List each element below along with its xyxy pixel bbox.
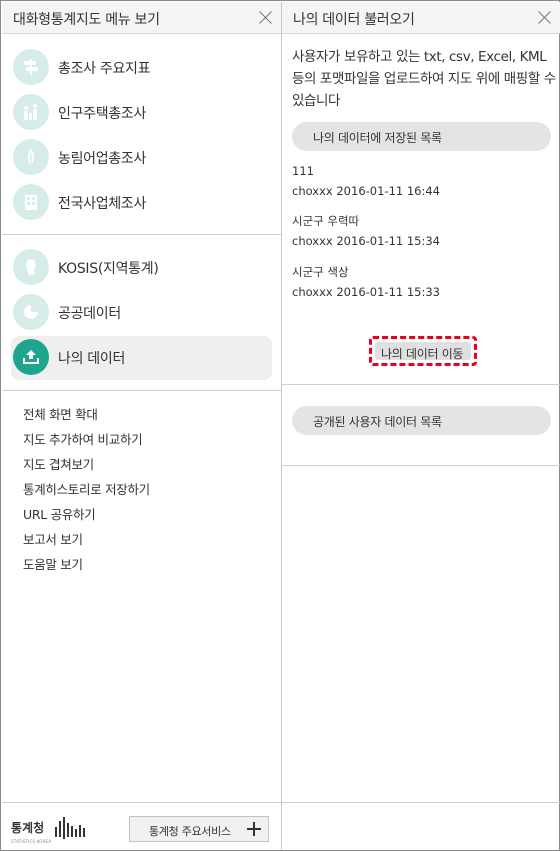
- link-overlay-map[interactable]: 지도 겹쳐보기: [23, 454, 150, 479]
- app-frame: 대화형통계지도 메뉴 보기 총조사 주요지표 인구주택총조사 농림어업총조사 전…: [0, 0, 560, 851]
- saved-data-meta: choxxx 2016-01-11 15:34: [292, 234, 440, 248]
- footer-divider: [282, 802, 560, 803]
- left-footer: 통계청 STATISTICS KOREA 통계청 주요서비스: [2, 802, 281, 850]
- saved-data-list-header[interactable]: 나의 데이터에 저장된 목록: [292, 122, 551, 151]
- move-button-label: 나의 데이터 이동: [381, 347, 464, 361]
- service-button-label: 통계청 주요서비스: [149, 825, 231, 838]
- link-save-history[interactable]: 통계히스토리로 저장하기: [23, 479, 150, 504]
- upload-description: 사용자가 보유하고 있는 txt, csv, Excel, KML 등의 포맷파…: [292, 49, 556, 109]
- section-divider: [282, 384, 560, 385]
- menu-label: 나의 데이터: [58, 351, 126, 367]
- plus-icon: [247, 822, 261, 836]
- link-share-url[interactable]: URL 공유하기: [23, 504, 150, 529]
- building-icon: [13, 184, 49, 220]
- agriculture-icon: [13, 139, 49, 175]
- menu-label: 농림어업총조사: [58, 151, 147, 167]
- my-data-panel: 나의 데이터 불러오기 사용자가 보유하고 있는 txt, csv, Excel…: [282, 2, 560, 850]
- map-menu-panel: 대화형통계지도 메뉴 보기 총조사 주요지표 인구주택총조사 농림어업총조사 전…: [2, 2, 282, 850]
- move-my-data-button[interactable]: 나의 데이터 이동: [369, 336, 477, 366]
- menu-label: 총조사 주요지표: [58, 61, 151, 77]
- tool-link-list: 전체 화면 확대 지도 추가하여 비교하기 지도 겹쳐보기 통계히스토리로 저장…: [23, 404, 150, 579]
- saved-data-item[interactable]: 시군구 색상 choxxx 2016-01-11 15:33: [292, 262, 440, 302]
- public-list-label: 공개된 사용자 데이터 목록: [313, 415, 442, 429]
- left-panel-header: 대화형통계지도 메뉴 보기: [2, 2, 281, 34]
- menu-label: 인구주택총조사: [58, 106, 147, 122]
- menu-item-my-data[interactable]: 나의 데이터: [11, 336, 272, 380]
- saved-data-item[interactable]: 111 choxxx 2016-01-11 16:44: [292, 161, 440, 201]
- right-panel-header: 나의 데이터 불러오기: [282, 2, 560, 34]
- people-icon: [13, 94, 49, 130]
- link-compare-map[interactable]: 지도 추가하여 비교하기: [23, 429, 150, 454]
- menu-divider: [2, 234, 281, 235]
- public-data-list-header[interactable]: 공개된 사용자 데이터 목록: [292, 406, 551, 435]
- saved-list-label: 나의 데이터에 저장된 목록: [313, 131, 442, 145]
- menu-item-agriculture-census[interactable]: 농림어업총조사: [11, 136, 272, 180]
- main-services-button[interactable]: 통계청 주요서비스: [129, 816, 269, 842]
- saved-data-name: 시군구 우력따: [292, 214, 360, 228]
- section-divider: [282, 465, 560, 466]
- menu-label: 공공데이터: [58, 306, 121, 322]
- pie-chart-icon: [13, 294, 49, 330]
- right-panel-title: 나의 데이터 불러오기: [293, 12, 415, 28]
- menu-item-kosis[interactable]: KOSIS(지역통계): [11, 246, 272, 290]
- logo-bars-icon: [55, 817, 85, 839]
- menu-item-business-census[interactable]: 전국사업체조사: [11, 181, 272, 225]
- close-icon[interactable]: [538, 11, 551, 24]
- menu-divider: [2, 390, 281, 391]
- close-icon[interactable]: [259, 11, 272, 24]
- saved-data-meta: choxxx 2016-01-11 16:44: [292, 184, 440, 198]
- move-button-face: 나의 데이터 이동: [375, 342, 471, 361]
- link-help[interactable]: 도움말 보기: [23, 554, 150, 579]
- link-report[interactable]: 보고서 보기: [23, 529, 150, 554]
- saved-data-meta: choxxx 2016-01-11 15:33: [292, 285, 440, 299]
- saved-data-name: 111: [292, 164, 314, 178]
- menu-item-public-data[interactable]: 공공데이터: [11, 291, 272, 335]
- left-panel-title: 대화형통계지도 메뉴 보기: [13, 12, 160, 28]
- menu-label: KOSIS(지역통계): [58, 261, 159, 277]
- saved-data-name: 시군구 색상: [292, 265, 349, 279]
- signpost-icon: [13, 49, 49, 85]
- menu-item-census-indicators[interactable]: 총조사 주요지표: [11, 46, 272, 90]
- saved-data-item[interactable]: 시군구 우력따 choxxx 2016-01-11 15:34: [292, 211, 440, 251]
- upload-icon: [13, 339, 49, 375]
- link-fullscreen[interactable]: 전체 화면 확대: [23, 404, 150, 429]
- menu-label: 전국사업체조사: [58, 196, 147, 212]
- korea-map-icon: [13, 249, 49, 285]
- menu-item-population-census[interactable]: 인구주택총조사: [11, 91, 272, 135]
